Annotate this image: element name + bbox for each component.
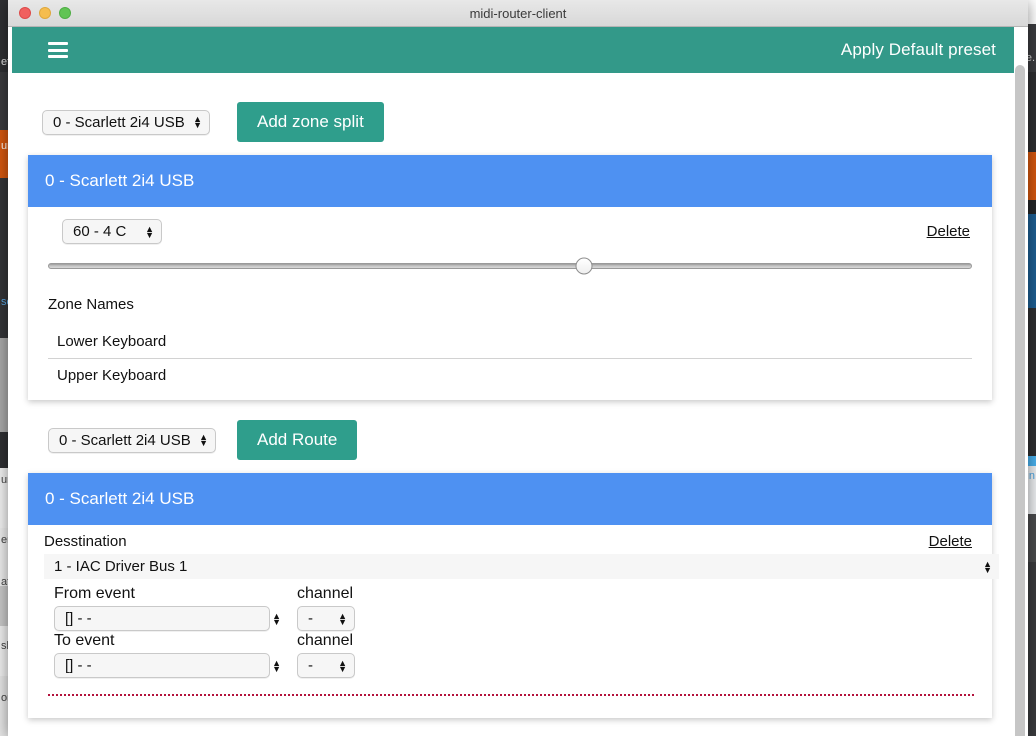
route-destination-row: Desstination Delete	[44, 525, 978, 550]
zone-split-card-body: 60 - 4 C ▲▼ Delete Zone Names	[28, 207, 992, 402]
from-event-select-wrap[interactable]: [] - - ▲▼	[54, 606, 297, 631]
route-device-select-wrap[interactable]: 0 - Scarlett 2i4 USB ▲▼	[48, 428, 216, 453]
from-event-label: From event	[54, 585, 297, 603]
to-channel-select[interactable]: -	[297, 653, 355, 678]
zone-split-card-header: 0 - Scarlett 2i4 USB	[28, 155, 992, 207]
zone-split-delete-link[interactable]: Delete	[927, 223, 970, 240]
zone-split-note-row: 60 - 4 C ▲▼ Delete	[42, 207, 978, 244]
destination-label: Desstination	[44, 533, 127, 550]
slider-thumb[interactable]	[575, 258, 592, 275]
from-event-row: From event [] - - ▲▼ channel	[54, 585, 978, 631]
to-channel-label: channel	[297, 632, 355, 650]
zone-name-input-upper[interactable]	[48, 359, 972, 392]
zone-split-device-select[interactable]: 0 - Scarlett 2i4 USB	[42, 110, 210, 135]
slider-track[interactable]	[48, 263, 972, 269]
route-card-header: 0 - Scarlett 2i4 USB	[28, 473, 992, 525]
route-toolbar: 0 - Scarlett 2i4 USB ▲▼ Add Route	[48, 420, 357, 460]
zone-split-card: 0 - Scarlett 2i4 USB 60 - 4 C ▲▼ Delete	[28, 155, 992, 400]
vertical-scrollbar[interactable]	[1014, 57, 1026, 736]
window-title: midi-router-client	[8, 6, 1028, 21]
from-event-select[interactable]: [] - -	[54, 606, 270, 631]
to-event-select-wrap[interactable]: [] - - ▲▼	[54, 653, 297, 678]
from-channel-label: channel	[297, 585, 355, 603]
zone-names-label: Zone Names	[48, 296, 978, 313]
route-card: 0 - Scarlett 2i4 USB Desstination Delete…	[28, 473, 992, 718]
to-event-select[interactable]: [] - -	[54, 653, 270, 678]
zone-split-device-select-wrap[interactable]: 0 - Scarlett 2i4 USB ▲▼	[42, 110, 210, 135]
hamburger-icon[interactable]	[48, 42, 68, 58]
app-toolbar: Apply Default preset	[12, 27, 1014, 73]
destination-select-wrap[interactable]: 1 - IAC Driver Bus 1 ▲▼	[44, 554, 999, 579]
route-card-body: Desstination Delete 1 - IAC Driver Bus 1…	[28, 525, 992, 706]
to-event-row: To event [] - - ▲▼ channel	[54, 632, 978, 678]
zone-name-input-lower[interactable]	[48, 325, 972, 359]
zone-names-list	[48, 325, 972, 392]
zone-split-toolbar: 0 - Scarlett 2i4 USB ▲▼ Add zone split	[42, 102, 384, 142]
to-channel-select-wrap[interactable]: - ▲▼	[297, 653, 355, 678]
from-channel-select-wrap[interactable]: - ▲▼	[297, 606, 355, 631]
scrollbar-thumb[interactable]	[1015, 65, 1025, 736]
add-route-button[interactable]: Add Route	[237, 420, 357, 460]
route-delete-link[interactable]: Delete	[929, 533, 972, 550]
chevron-updown-icon: ▲▼	[272, 613, 281, 625]
zone-split-note-select[interactable]: 60 - 4 C	[62, 219, 162, 244]
app-window: midi-router-client Apply Default preset …	[8, 0, 1028, 736]
add-zone-split-button[interactable]: Add zone split	[237, 102, 384, 142]
zone-split-slider[interactable]	[48, 263, 972, 269]
window-titlebar: midi-router-client	[8, 0, 1028, 27]
zone-split-note-select-wrap[interactable]: 60 - 4 C ▲▼	[62, 219, 162, 244]
to-event-label: To event	[54, 632, 297, 650]
from-channel-select[interactable]: -	[297, 606, 355, 631]
route-device-select[interactable]: 0 - Scarlett 2i4 USB	[48, 428, 216, 453]
chevron-updown-icon: ▲▼	[272, 660, 281, 672]
route-card-divider	[48, 694, 974, 696]
destination-select[interactable]: 1 - IAC Driver Bus 1	[44, 554, 999, 579]
window-content: Apply Default preset 0 - Scarlett 2i4 US…	[8, 27, 1028, 736]
apply-default-preset-button[interactable]: Apply Default preset	[841, 40, 996, 60]
